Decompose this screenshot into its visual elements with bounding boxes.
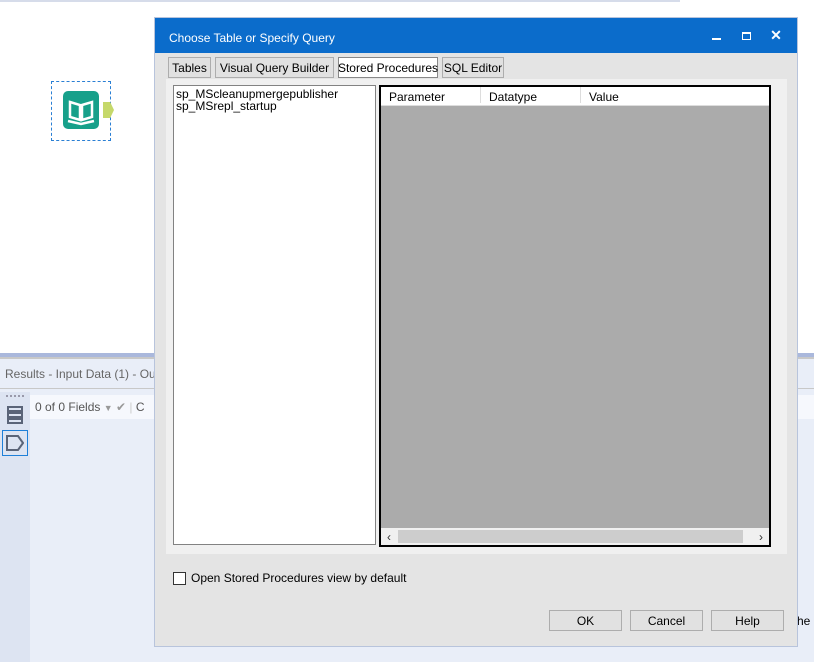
column-header-datatype[interactable]: Datatype xyxy=(481,87,581,104)
column-header-value[interactable]: Value xyxy=(581,87,769,104)
dialog-title: Choose Table or Specify Query xyxy=(169,31,335,45)
input-data-tool[interactable] xyxy=(51,81,114,141)
tab-stored-procedures[interactable]: Stored Procedures xyxy=(338,57,438,78)
default-view-checkbox[interactable]: Open Stored Procedures view by default xyxy=(173,571,406,585)
grip-handle[interactable] xyxy=(6,395,24,397)
background-text: he xyxy=(797,614,811,628)
close-icon: ✕ xyxy=(770,27,782,43)
minimize-icon xyxy=(711,37,721,40)
list-item[interactable]: sp_MSrepl_startup xyxy=(176,100,373,112)
chevron-down-icon: ▼ xyxy=(103,403,113,413)
minimize-button[interactable] xyxy=(701,18,731,53)
fields-label: 0 of 0 Fields xyxy=(35,400,101,414)
close-button[interactable]: ✕ xyxy=(761,18,791,53)
ok-button[interactable]: OK xyxy=(549,610,622,631)
scroll-right-icon[interactable]: › xyxy=(753,528,769,545)
scrollbar-thumb[interactable] xyxy=(398,530,743,543)
toolbar-text: C xyxy=(135,400,145,414)
table-view-icon[interactable] xyxy=(2,402,28,428)
cancel-button[interactable]: Cancel xyxy=(630,610,703,631)
grid-header: Parameter Datatype Value xyxy=(381,87,769,106)
metadata-view-icon[interactable] xyxy=(2,430,28,456)
tab-sql-editor[interactable]: SQL Editor xyxy=(442,57,504,78)
checkbox-label: Open Stored Procedures view by default xyxy=(191,571,407,585)
tab-visual-query-builder[interactable]: Visual Query Builder xyxy=(215,57,334,78)
fields-dropdown[interactable]: 0 of 0 Fields ▼ ✔ | C xyxy=(35,400,145,414)
output-anchor[interactable] xyxy=(103,102,114,118)
scroll-left-icon[interactable]: ‹ xyxy=(381,528,397,545)
tab-tables[interactable]: Tables xyxy=(168,57,211,78)
column-header-parameter[interactable]: Parameter xyxy=(381,87,481,104)
stored-procedures-panel: sp_MScleanupmergepublisher sp_MSrepl_sta… xyxy=(166,79,787,554)
maximize-icon xyxy=(741,31,751,40)
procedure-list[interactable]: sp_MScleanupmergepublisher sp_MSrepl_sta… xyxy=(173,85,376,545)
horizontal-scrollbar[interactable]: ‹ › xyxy=(381,528,769,545)
choose-table-dialog: Choose Table or Specify Query ✕ Tables V… xyxy=(154,17,798,647)
results-sidebar xyxy=(0,392,30,662)
check-icon[interactable]: ✔ xyxy=(116,400,126,414)
help-button[interactable]: Help xyxy=(711,610,784,631)
parameter-grid[interactable]: Parameter Datatype Value ‹ › xyxy=(379,85,771,547)
checkbox-box[interactable] xyxy=(173,571,186,585)
maximize-button[interactable] xyxy=(731,18,761,53)
results-title: Results - Input Data (1) - Outp xyxy=(5,367,166,381)
book-icon xyxy=(63,91,99,129)
dialog-titlebar[interactable]: Choose Table or Specify Query ✕ xyxy=(155,18,797,53)
